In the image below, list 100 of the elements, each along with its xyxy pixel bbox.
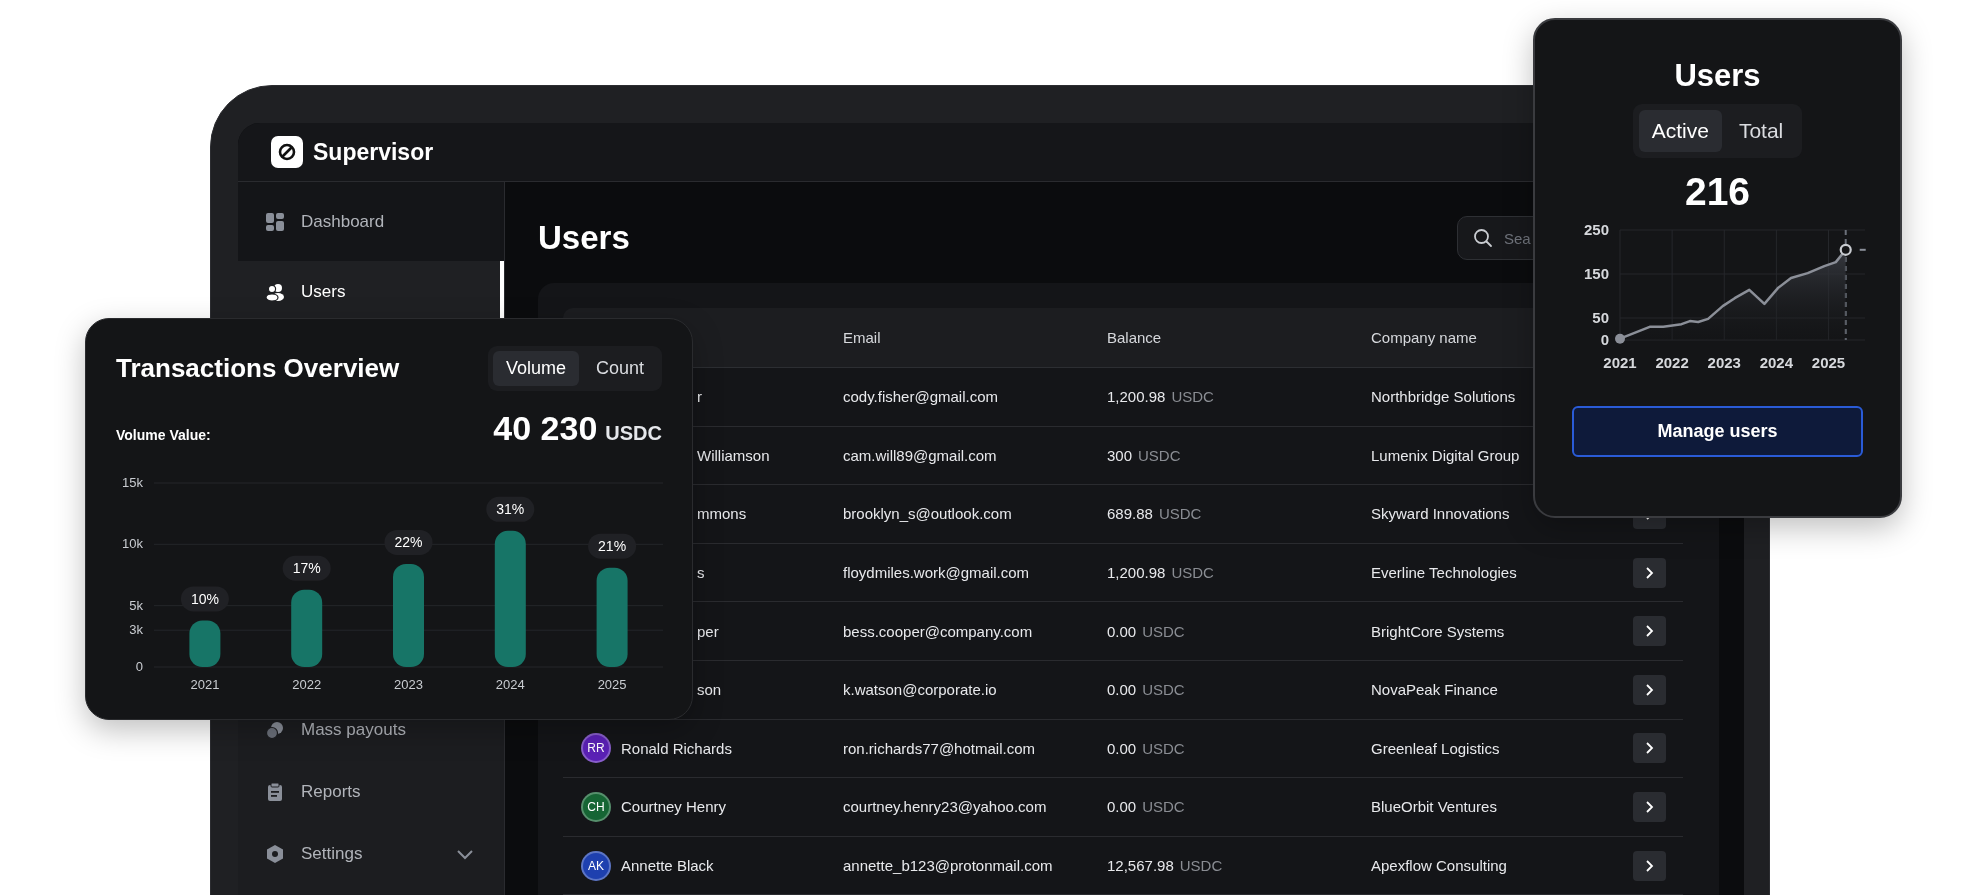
page-title: Users [538, 219, 630, 257]
company-cell: Everline Technologies [1371, 564, 1517, 582]
company-cell: NovaPeak Finance [1371, 681, 1498, 699]
company-cell: Lumenix Digital Group [1371, 446, 1520, 464]
currency-label: USDC [1179, 857, 1223, 875]
sidebar-item[interactable]: Settings [238, 823, 504, 885]
share-label: 31% [486, 496, 535, 522]
user-name: Williamson [697, 446, 770, 464]
logo-icon [271, 136, 303, 168]
avatar: CH [581, 791, 611, 822]
share-label: 17% [282, 555, 331, 581]
email-cell: k.watson@corporate.io [843, 681, 997, 699]
currency-label: USDC [1142, 681, 1185, 699]
email-cell: ron.richards77@hotmail.com [843, 739, 1035, 757]
unit-label: USDC [605, 422, 662, 445]
company-cell: Skyward Innovations [1371, 505, 1510, 523]
open-row-button[interactable] [1633, 674, 1666, 705]
axis-label: 2021 [1603, 354, 1637, 371]
axis-label: 10k [122, 536, 143, 552]
email-cell: courtney.henry23@yahoo.com [843, 798, 1047, 816]
company-cell: BlueOrbit Ventures [1371, 798, 1497, 816]
app-name: Supervisor [313, 138, 434, 166]
balance-amount: 12,567.98 [1107, 857, 1174, 875]
axis-label: 3k [129, 622, 143, 638]
currency-label: USDC [1142, 622, 1185, 640]
email-cell: bess.cooper@company.com [843, 622, 1033, 640]
toggle-tab[interactable]: Total [1725, 110, 1797, 152]
share-label: 22% [384, 529, 433, 555]
toggle-tab[interactable]: Active [1638, 110, 1722, 152]
axis-label: 0 [1600, 331, 1609, 348]
balance-amount: 0.00 [1107, 681, 1137, 699]
chevron-right-icon [1645, 566, 1654, 579]
currency-label: USDC [1171, 564, 1214, 582]
chevron-right-icon [1645, 800, 1654, 813]
company-cell: Northbridge Solutions [1371, 388, 1516, 406]
currency-label: USDC [1158, 505, 1202, 523]
balance-amount: 1,200.98 [1107, 564, 1166, 582]
avatar: RR [581, 733, 611, 764]
axis-label: 2023 [394, 677, 423, 692]
coins-icon [266, 721, 284, 739]
clipboard-icon [266, 783, 284, 801]
open-row-button[interactable] [1633, 733, 1666, 764]
email-cell: brooklyn_s@outlook.com [843, 505, 1012, 523]
sidebar-item[interactable]: Dashboard [238, 182, 504, 261]
balance-amount: 0.00 [1107, 798, 1137, 816]
currency-label: USDC [1138, 446, 1181, 464]
toggle-tab[interactable]: Count [582, 351, 657, 386]
currency-label: USDC [1142, 739, 1185, 757]
annotation: 31% [496, 501, 525, 518]
sidebar-item[interactable]: Reports [238, 761, 504, 823]
settings-icon [266, 845, 284, 863]
open-row-button[interactable] [1633, 557, 1666, 588]
share-label: 10% [180, 586, 229, 612]
open-row-button[interactable] [1633, 616, 1666, 647]
axis-label: 2023 [1707, 354, 1741, 371]
company-cell: Apexflow Consulting [1371, 857, 1507, 875]
sidebar-item[interactable]: Mass payouts [238, 699, 504, 761]
toggle-tab[interactable]: Volume [492, 351, 579, 386]
annotation: 21% [598, 538, 627, 555]
balance-amount: 689.88 [1107, 505, 1153, 523]
manage-users-button[interactable]: Manage users [1572, 406, 1863, 457]
balance-amount: 0.00 [1107, 739, 1137, 757]
card-title: Users [1674, 58, 1761, 94]
column-header: Email [843, 329, 881, 346]
email-cell: floydmiles.work@gmail.com [843, 564, 1030, 582]
axis-label: 15k [122, 475, 143, 490]
chevron-right-icon [1645, 742, 1654, 755]
axis-label: 2024 [495, 677, 525, 692]
column-header: Balance [1107, 329, 1162, 346]
value-label: Volume Value: [116, 427, 211, 443]
company-cell: BrightCore Systems [1371, 622, 1505, 640]
axis-label: 250 [1583, 222, 1609, 238]
currency-label: USDC [1171, 388, 1214, 406]
chevron-right-icon [1645, 625, 1654, 638]
annotation: 17% [292, 560, 321, 577]
column-header: Company name [1371, 329, 1477, 346]
axis-label: 2021 [190, 677, 220, 692]
axis-label: 2022 [292, 677, 322, 692]
email-cell: cody.fisher@gmail.com [843, 388, 998, 406]
open-row-button[interactable] [1633, 850, 1666, 881]
bar [189, 620, 221, 667]
chevron-right-icon [1645, 859, 1654, 872]
axis-label: 0 [135, 659, 143, 674]
company-cell: Greenleaf Logistics [1371, 739, 1500, 757]
axis-label: 150 [1583, 265, 1609, 282]
search-icon [1473, 228, 1493, 248]
user-name: r [697, 388, 702, 406]
open-row-button[interactable] [1633, 791, 1666, 822]
balance-amount: 300 [1107, 446, 1133, 464]
user-name: mmons [697, 505, 747, 523]
annotation: 10% [190, 590, 219, 607]
user-name: Ronald Richards [621, 739, 732, 757]
balance-amount: 0.00 [1107, 622, 1137, 640]
dashboard-icon [266, 212, 284, 231]
avatar: AK [581, 850, 611, 881]
axis-label: 2025 [597, 677, 627, 692]
user-name: s [697, 564, 705, 582]
balance-amount: 1,200.98 [1107, 388, 1166, 406]
axis-label: 2024 [1759, 354, 1794, 371]
share-label: 21% [588, 533, 637, 559]
